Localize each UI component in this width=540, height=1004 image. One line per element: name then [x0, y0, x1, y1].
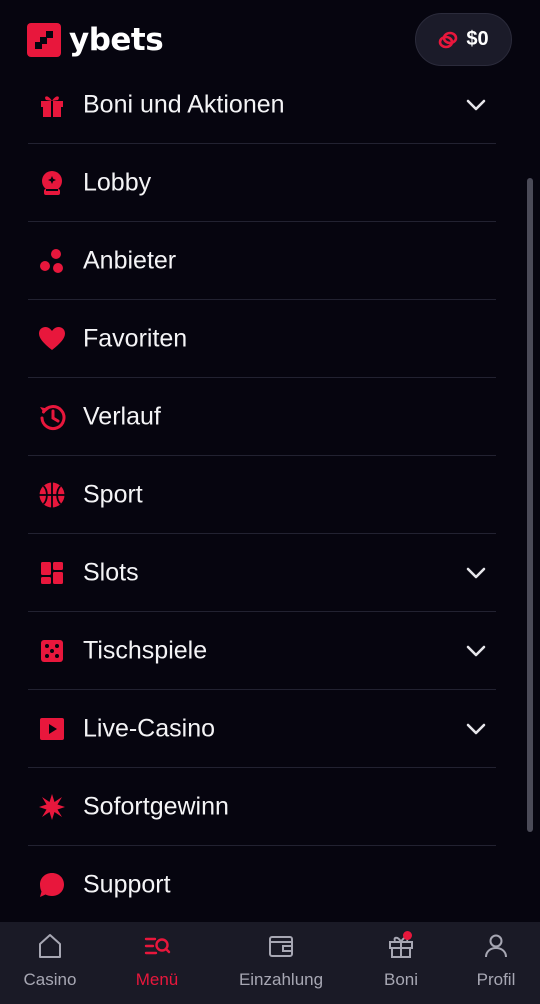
menu-item-label: Sofortgewinn	[83, 792, 229, 820]
user-icon	[482, 932, 510, 960]
chevron-down-icon[interactable]	[465, 718, 487, 740]
nav-label: Einzahlung	[238, 970, 324, 989]
menu-search-icon	[143, 932, 171, 960]
providers-icon	[38, 247, 66, 275]
basketball-icon	[38, 481, 66, 509]
menu-item-tischspiele[interactable]: Tischspiele	[28, 612, 496, 690]
nav-label: Boni	[383, 970, 419, 989]
menu-item-label: Support	[83, 870, 171, 899]
burst-icon	[38, 793, 66, 821]
menu-item-verlauf[interactable]: Verlauf	[28, 378, 496, 456]
scrollbar-thumb[interactable]	[527, 178, 533, 832]
menu-item-slots[interactable]: Slots	[28, 534, 496, 612]
slots-icon	[38, 559, 66, 587]
menu-item-label: Slots	[83, 558, 139, 586]
crystal-ball-icon	[38, 169, 66, 197]
balance-amount: $0	[466, 28, 489, 50]
chevron-down-icon[interactable]	[465, 94, 487, 116]
wallet-icon	[267, 932, 295, 960]
nav-item-profil[interactable]: Profil	[466, 922, 526, 1004]
notification-dot	[403, 931, 412, 940]
nav-label: Casino	[23, 970, 77, 989]
nav-label: Menü	[135, 970, 179, 989]
menu-item-label: Tischspiele	[83, 636, 208, 664]
nav-item-menu[interactable]: Menü	[121, 922, 193, 1004]
brand-logo[interactable]: ybets	[27, 22, 164, 58]
home-icon	[36, 932, 64, 960]
bottom-nav: Casino Menü Einzahlung Boni Profil	[0, 922, 540, 1004]
menu-item-label: Live-Casino	[83, 714, 216, 742]
nav-label: Profil	[476, 970, 516, 989]
chevron-down-icon[interactable]	[465, 640, 487, 662]
dice-icon	[38, 637, 66, 665]
menu-item-label: Boni und Aktionen	[83, 90, 285, 118]
menu-item-support[interactable]: Support	[28, 846, 496, 924]
history-icon	[38, 403, 66, 431]
menu-item-boni-und-aktionen[interactable]: Boni und Aktionen	[28, 66, 496, 144]
menu-item-sport[interactable]: Sport	[28, 456, 496, 534]
menu-item-anbieter[interactable]: Anbieter	[28, 222, 496, 300]
chat-icon	[38, 871, 66, 899]
nav-item-einzahlung[interactable]: Einzahlung	[226, 922, 336, 1004]
menu-item-label: Favoriten	[83, 324, 188, 352]
side-menu: Boni und Aktionen Lobby Anbieter Favorit…	[28, 66, 496, 924]
menu-item-label: Verlauf	[83, 402, 161, 430]
menu-item-favoriten[interactable]: Favoriten	[28, 300, 496, 378]
nav-item-casino[interactable]: Casino	[14, 922, 86, 1004]
nav-item-boni[interactable]: Boni	[368, 922, 434, 1004]
balance-button[interactable]: $0	[415, 13, 512, 66]
menu-item-label: Lobby	[83, 168, 152, 196]
logo-mark-icon	[27, 23, 61, 57]
coins-icon	[439, 31, 458, 48]
heart-icon	[38, 325, 66, 353]
brand-name: ybets	[69, 22, 164, 58]
menu-item-label: Sport	[83, 480, 143, 508]
gift-icon	[38, 91, 66, 119]
menu-item-live-casino[interactable]: Live-Casino	[28, 690, 496, 768]
menu-item-lobby[interactable]: Lobby	[28, 144, 496, 222]
chevron-down-icon[interactable]	[465, 562, 487, 584]
gift-icon	[387, 931, 415, 960]
menu-item-label: Anbieter	[83, 246, 177, 274]
menu-item-sofortgewinn[interactable]: Sofortgewinn	[28, 768, 496, 846]
play-icon	[38, 715, 66, 743]
